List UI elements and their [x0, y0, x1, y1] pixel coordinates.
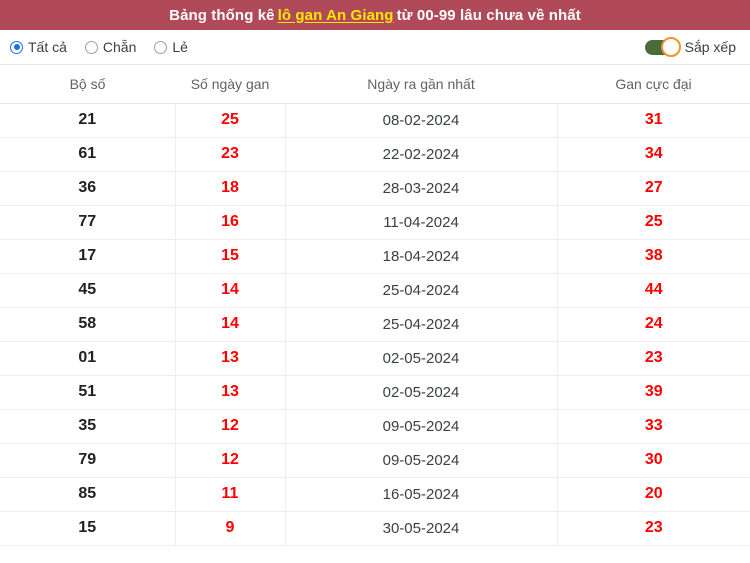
table-header-row: Bộ số Số ngày gan Ngày ra gần nhất Gan c…	[0, 65, 750, 104]
cell-bo-so: 85	[0, 477, 176, 512]
cell-gan-cuc-dai: 39	[557, 375, 750, 410]
parity-filter-radio-group: Tất cả Chẵn Lẻ	[10, 39, 188, 55]
table-row[interactable]: 45 14 25-04-2024 44	[0, 273, 750, 308]
radio-unselected-icon	[154, 40, 168, 54]
cell-bo-so: 79	[0, 443, 176, 478]
radio-selected-icon	[10, 40, 23, 54]
cell-ngay-ra-gan-nhat: 08-02-2024	[285, 103, 558, 138]
cell-ngay-ra-gan-nhat: 25-04-2024	[285, 307, 558, 342]
radio-option-odd[interactable]: Lẻ	[154, 39, 188, 55]
cell-gan-cuc-dai: 38	[557, 239, 750, 274]
gan-statistics-table: Bộ số Số ngày gan Ngày ra gần nhất Gan c…	[0, 65, 750, 546]
cell-ngay-ra-gan-nhat: 30-05-2024	[285, 511, 558, 546]
cell-gan-cuc-dai: 27	[557, 171, 750, 206]
page-title-bar: Bảng thống kê lô gan An Giang từ 00-99 l…	[0, 0, 750, 30]
table-row[interactable]: 77 16 11-04-2024 25	[0, 205, 750, 240]
radio-option-all-label: Tất cả	[28, 39, 67, 55]
cell-gan-cuc-dai: 30	[557, 443, 750, 478]
table-row[interactable]: 85 11 16-05-2024 20	[0, 477, 750, 512]
cell-bo-so: 01	[0, 341, 176, 376]
cell-so-ngay-gan: 13	[175, 341, 286, 376]
cell-bo-so: 35	[0, 409, 176, 444]
cell-gan-cuc-dai: 20	[557, 477, 750, 512]
cell-bo-so: 77	[0, 205, 176, 240]
column-header-ngay-ra-gan-nhat[interactable]: Ngày ra gần nhất	[285, 65, 557, 104]
table-row[interactable]: 15 9 30-05-2024 23	[0, 511, 750, 546]
cell-bo-so: 58	[0, 307, 176, 342]
cell-ngay-ra-gan-nhat: 16-05-2024	[285, 477, 558, 512]
column-header-bo-so[interactable]: Bộ số	[0, 65, 175, 104]
cell-so-ngay-gan: 14	[175, 273, 286, 308]
table-body: 21 25 08-02-2024 31 61 23 22-02-2024 34 36 18 28-0…	[0, 103, 750, 546]
cell-so-ngay-gan: 13	[175, 375, 286, 410]
cell-gan-cuc-dai: 31	[557, 103, 750, 138]
cell-so-ngay-gan: 9	[175, 511, 286, 546]
lottery-gan-stats-page: Bảng thống kê lô gan An Giang từ 00-99 l…	[0, 0, 750, 563]
cell-ngay-ra-gan-nhat: 09-05-2024	[285, 443, 558, 478]
table-row[interactable]: 79 12 09-05-2024 30	[0, 443, 750, 478]
cell-gan-cuc-dai: 23	[557, 511, 750, 546]
cell-gan-cuc-dai: 33	[557, 409, 750, 444]
cell-so-ngay-gan: 18	[175, 171, 286, 206]
cell-bo-so: 17	[0, 239, 176, 274]
page-title-suffix: từ 00-99 lâu chưa về nhất	[396, 6, 581, 24]
radio-option-odd-label: Lẻ	[172, 39, 188, 55]
table-row[interactable]: 61 23 22-02-2024 34	[0, 137, 750, 172]
cell-so-ngay-gan: 16	[175, 205, 286, 240]
column-header-so-ngay-gan[interactable]: Số ngày gan	[175, 65, 285, 104]
table-row[interactable]: 17 15 18-04-2024 38	[0, 239, 750, 274]
cell-so-ngay-gan: 12	[175, 409, 286, 444]
cell-gan-cuc-dai: 44	[557, 273, 750, 308]
cell-gan-cuc-dai: 25	[557, 205, 750, 240]
table-row[interactable]: 21 25 08-02-2024 31	[0, 103, 750, 138]
cell-ngay-ra-gan-nhat: 28-03-2024	[285, 171, 558, 206]
page-title-prefix: Bảng thống kê	[169, 6, 275, 24]
cell-bo-so: 36	[0, 171, 176, 206]
cell-so-ngay-gan: 12	[175, 443, 286, 478]
cell-bo-so: 15	[0, 511, 176, 546]
cell-so-ngay-gan: 14	[175, 307, 286, 342]
sort-toggle-label: Sắp xếp	[684, 39, 736, 55]
cell-ngay-ra-gan-nhat: 09-05-2024	[285, 409, 558, 444]
cell-ngay-ra-gan-nhat: 18-04-2024	[285, 239, 558, 274]
page-title-link[interactable]: lô gan An Giang	[278, 7, 394, 24]
table-row[interactable]: 01 13 02-05-2024 23	[0, 341, 750, 376]
cell-so-ngay-gan: 15	[175, 239, 286, 274]
table-header: Bộ số Số ngày gan Ngày ra gần nhất Gan c…	[0, 65, 750, 104]
radio-unselected-icon	[84, 40, 98, 54]
cell-bo-so: 45	[0, 273, 176, 308]
cell-ngay-ra-gan-nhat: 11-04-2024	[285, 205, 558, 240]
sort-toggle-switch[interactable]	[644, 37, 681, 57]
cell-bo-so: 61	[0, 137, 176, 172]
table-row[interactable]: 36 18 28-03-2024 27	[0, 171, 750, 206]
filter-controls-bar: Tất cả Chẵn Lẻ Sắp xếp	[0, 30, 750, 65]
radio-option-even-label: Chẵn	[102, 39, 137, 55]
cell-ngay-ra-gan-nhat: 25-04-2024	[285, 273, 558, 308]
radio-option-even[interactable]: Chẵn	[84, 39, 137, 55]
radio-option-all[interactable]: Tất cả	[10, 39, 67, 55]
cell-so-ngay-gan: 11	[175, 477, 286, 512]
table-row[interactable]: 35 12 09-05-2024 33	[0, 409, 750, 444]
cell-ngay-ra-gan-nhat: 02-05-2024	[285, 375, 558, 410]
column-header-gan-cuc-dai[interactable]: Gan cực đại	[557, 65, 750, 104]
table-row[interactable]: 51 13 02-05-2024 39	[0, 375, 750, 410]
sort-toggle-group: Sắp xếp	[644, 37, 736, 57]
cell-gan-cuc-dai: 34	[557, 137, 750, 172]
cell-so-ngay-gan: 25	[175, 103, 286, 138]
cell-gan-cuc-dai: 24	[557, 307, 750, 342]
cell-ngay-ra-gan-nhat: 22-02-2024	[285, 137, 558, 172]
cell-ngay-ra-gan-nhat: 02-05-2024	[285, 341, 558, 376]
toggle-knob-icon	[660, 37, 681, 57]
cell-bo-so: 21	[0, 103, 176, 138]
cell-bo-so: 51	[0, 375, 176, 410]
cell-gan-cuc-dai: 23	[557, 341, 750, 376]
cell-so-ngay-gan: 23	[175, 137, 286, 172]
table-row[interactable]: 58 14 25-04-2024 24	[0, 307, 750, 342]
